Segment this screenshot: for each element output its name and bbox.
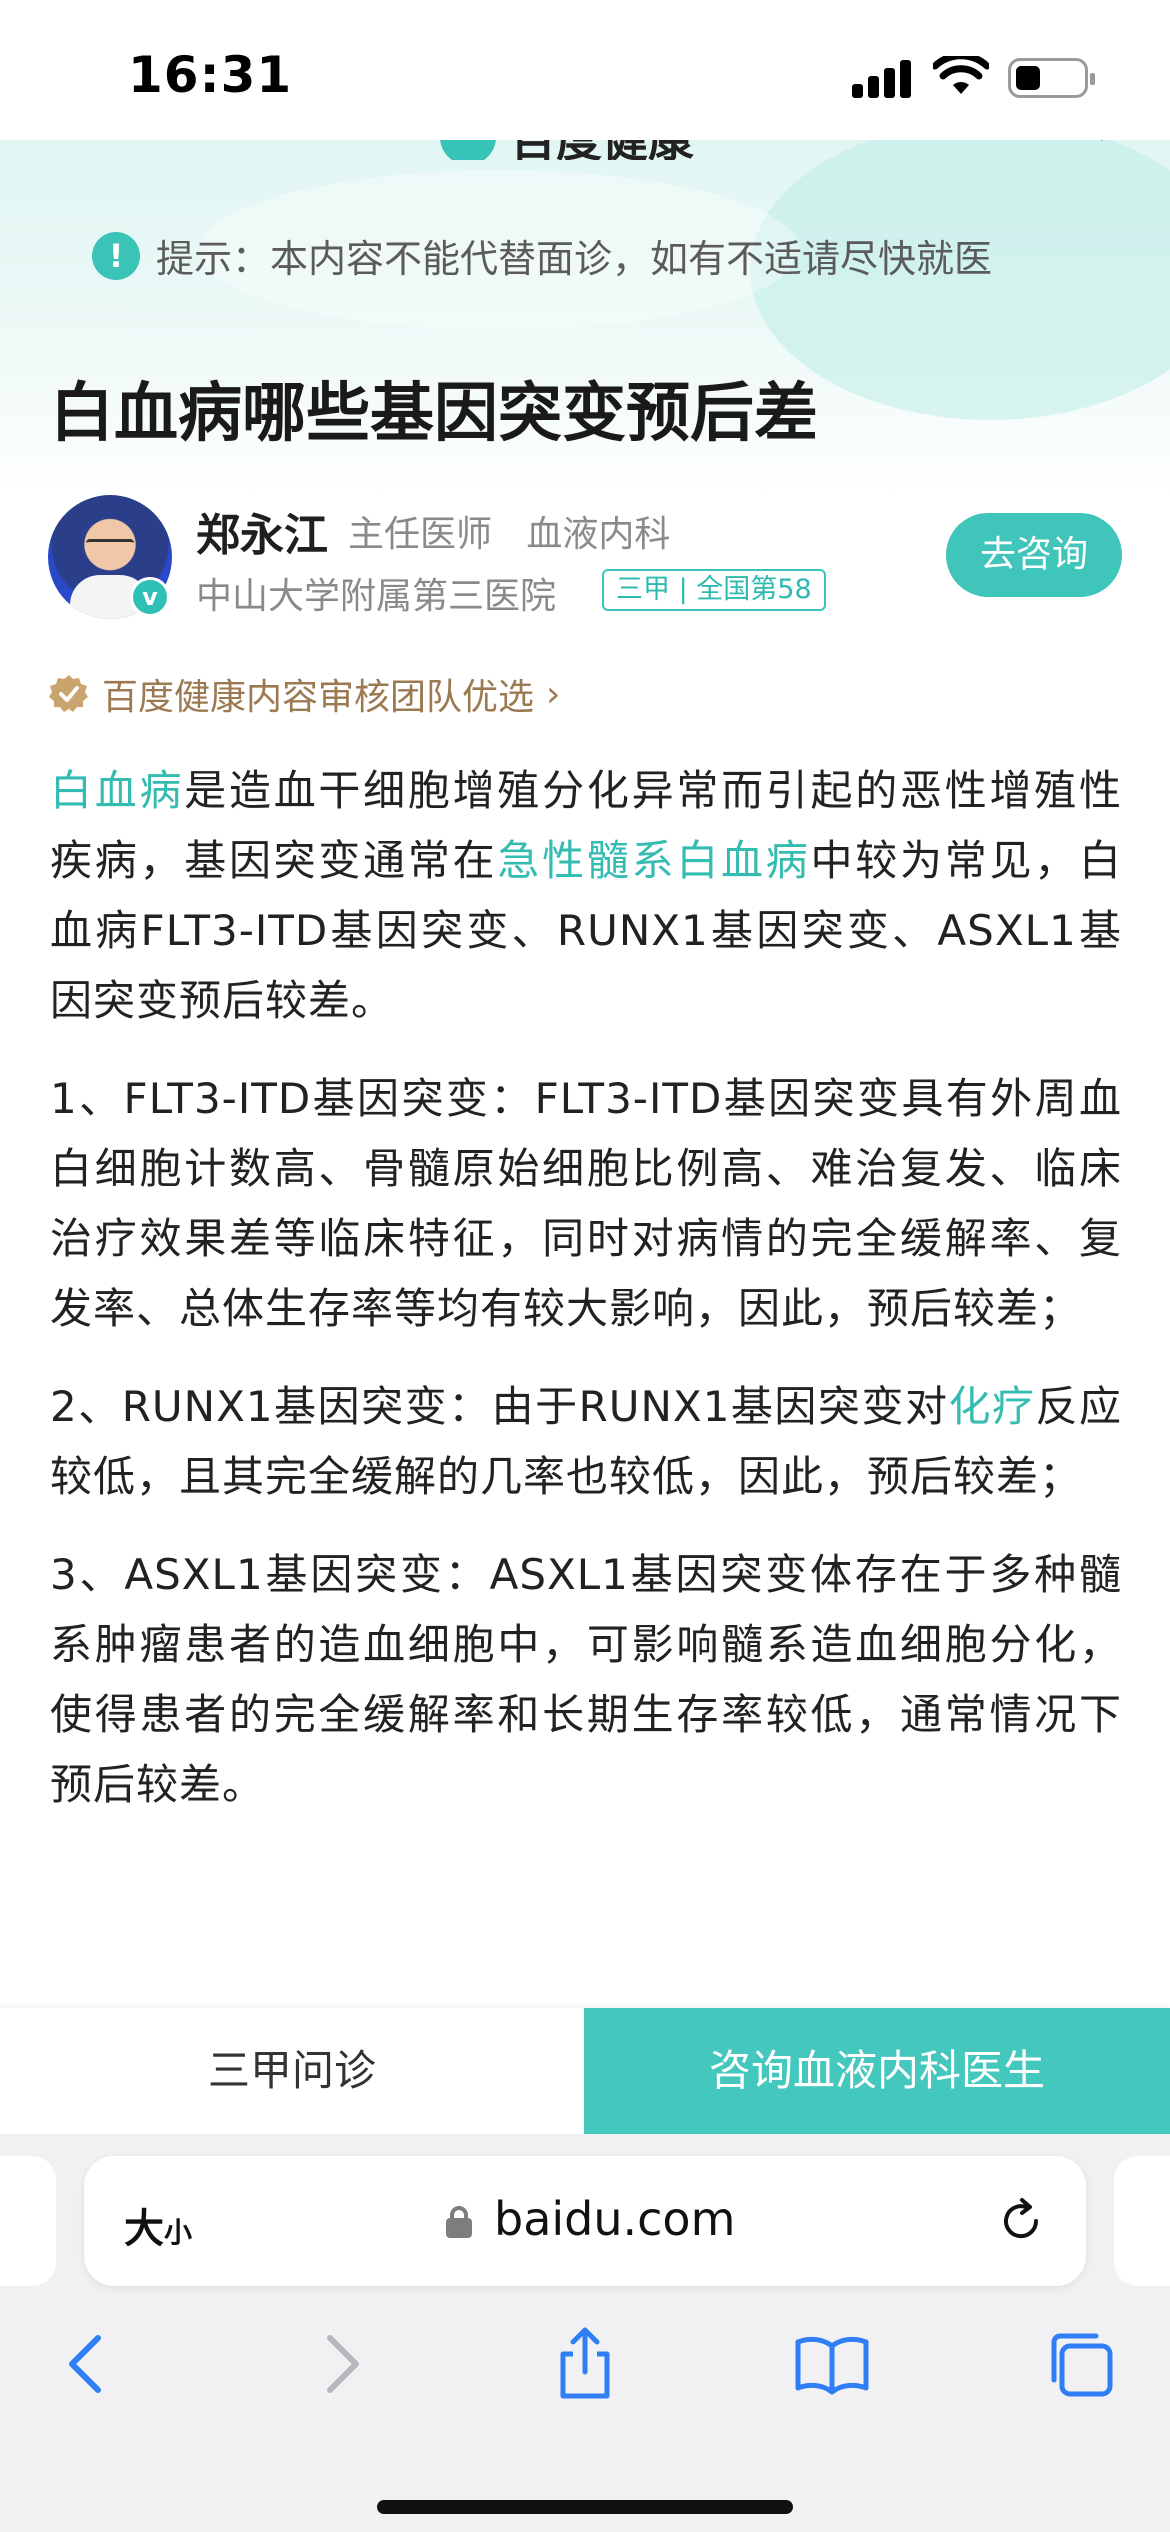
hospital-badge: 三甲 | 全国第58 (602, 569, 826, 611)
url-domain[interactable]: baidu.com (494, 2192, 735, 2246)
tertiary-consult-button[interactable]: 三甲问诊 (0, 2008, 584, 2134)
browser-toolbar (0, 2324, 1170, 2434)
doctor-name[interactable]: 郑永江 (196, 499, 328, 563)
notice-text: 提示：本内容不能代替面诊，如有不适请尽快就医 (156, 237, 993, 281)
wifi-icon (933, 56, 989, 94)
status-time: 16:31 (128, 46, 293, 104)
text-size-small: 小 (164, 2216, 193, 2249)
author-card[interactable]: v 郑永江 主任医师 血液内科 中山大学附属第三医院 三甲 | 全国第58 去咨… (48, 495, 1128, 625)
link-chemotherapy[interactable]: 化疗 (948, 1382, 1035, 1431)
bookmarks-icon[interactable] (792, 2324, 872, 2404)
prev-tab-preview[interactable] (0, 2156, 56, 2286)
tabs-icon[interactable] (1040, 2324, 1120, 2404)
battery-icon (1008, 58, 1095, 98)
info-icon: ! (92, 231, 140, 280)
paragraph-point-1: 1、FLT3-ITD基因突变：FLT3-ITD基因突变具有外周血白细胞计数高、骨… (50, 1074, 1122, 1333)
article-body: 白血病是造血干细胞增殖分化异常而引起的恶性增殖性疾病，基因突变通常在急性髓系白血… (50, 756, 1122, 1848)
text-size-big: 大 (124, 2206, 164, 2252)
review-badge-icon (49, 675, 88, 712)
paragraph-point-3: 3、ASXL1基因突变：ASXL1基因突变体存在于多种髓系肿瘤患者的造血细胞中，… (50, 1550, 1122, 1809)
back-icon[interactable] (48, 2324, 128, 2404)
text-size-button[interactable]: 大小 (124, 2196, 192, 2254)
bottom-action-bar: 三甲问诊 咨询血液内科医生 (0, 2008, 1170, 2134)
page-title: 白血病哪些基因突变预后差 (50, 377, 818, 451)
hospital-name: 中山大学附属第三医院 (196, 576, 557, 617)
home-indicator[interactable] (377, 2500, 793, 2514)
share-icon[interactable] (545, 2324, 625, 2404)
verified-icon: v (130, 577, 170, 617)
review-label: 百度健康内容审核团队优选 (102, 677, 535, 718)
consult-button[interactable]: 去咨询 (946, 513, 1122, 597)
consult-hematology-button[interactable]: 咨询血液内科医生 (584, 2008, 1170, 2134)
link-leukemia[interactable]: 白血病 (50, 766, 184, 815)
doctor-title: 主任医师 血液内科 (348, 505, 670, 557)
reload-icon[interactable] (996, 2196, 1046, 2246)
review-link[interactable]: 百度健康内容审核团队优选 › (48, 668, 560, 720)
signal-icon (852, 58, 912, 98)
paragraph-intro: 白血病是造血干细胞增殖分化异常而引起的恶性增殖性疾病，基因突变通常在急性髓系白血… (50, 756, 1122, 1036)
lock-icon (446, 2206, 472, 2238)
next-tab-preview[interactable] (1114, 2156, 1170, 2286)
chevron-right-icon: › (546, 673, 561, 715)
notice-banner: ! 提示：本内容不能代替面诊，如有不适请尽快就医 (92, 228, 992, 283)
address-bar[interactable]: 大小 baidu.com (84, 2156, 1086, 2286)
paragraph-text: 2、RUNX1基因突变：由于RUNX1基因突变对 (50, 1382, 949, 1431)
status-bar: 16:31 (0, 0, 1170, 140)
browser-chrome: 大小 baidu.com (0, 2134, 1170, 2532)
paragraph-point-2: 2、RUNX1基因突变：由于RUNX1基因突变对化疗反应较低，且其完全缓解的几率… (50, 1372, 1122, 1512)
doctor-department: 血液内科 (526, 514, 671, 555)
forward-icon[interactable] (300, 2324, 380, 2404)
link-aml[interactable]: 急性髓系白血病 (497, 836, 810, 885)
doctor-rank: 主任医师 (348, 514, 493, 555)
